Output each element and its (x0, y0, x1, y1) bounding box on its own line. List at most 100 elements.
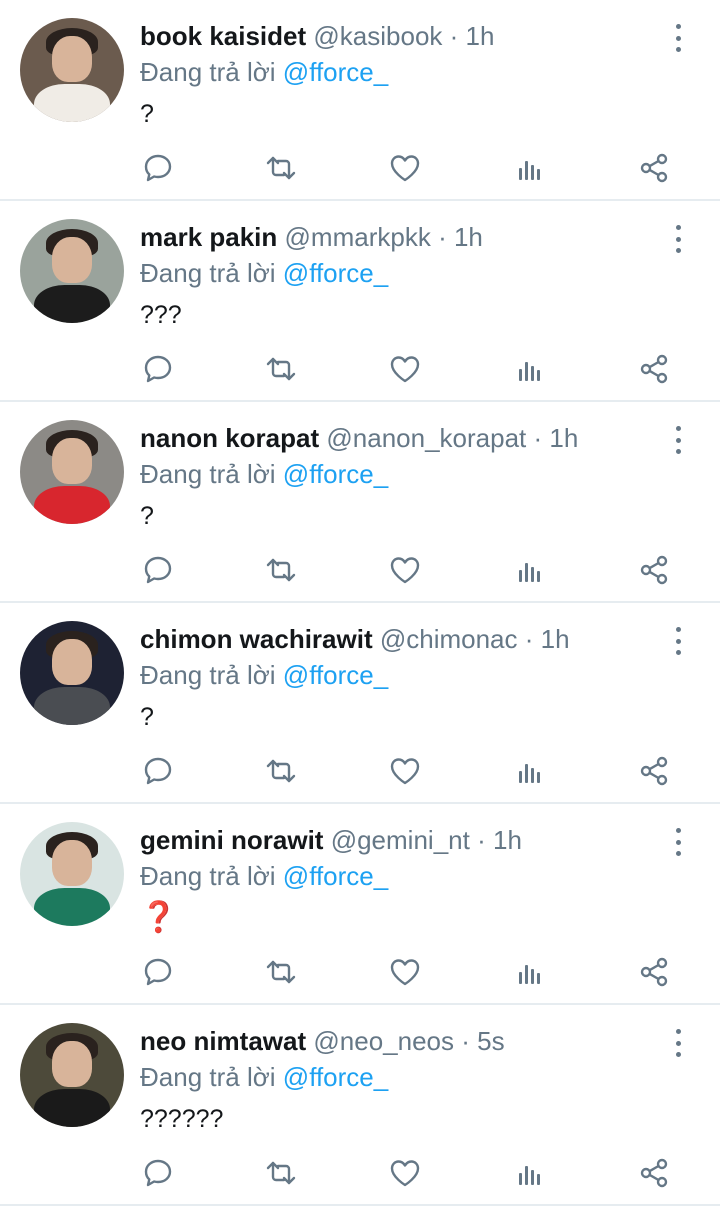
replying-to-label: Đang trả lời (140, 861, 276, 891)
more-vertical-icon[interactable] (666, 426, 690, 454)
user-handle[interactable]: @gemini_nt (331, 825, 470, 855)
retweet-icon[interactable] (263, 753, 299, 789)
display-name[interactable]: book kaisidet (140, 21, 306, 51)
reply-tweet[interactable]: book kaisidet @kasibook · 1h Đang trả lờ… (0, 0, 720, 201)
retweet-icon[interactable] (263, 351, 299, 387)
more-vertical-icon[interactable] (666, 1029, 690, 1057)
timestamp[interactable]: 1h (493, 825, 522, 855)
avatar[interactable] (20, 219, 124, 323)
action-bar (140, 1155, 680, 1195)
reply-icon[interactable] (140, 753, 176, 789)
like-icon[interactable] (387, 150, 423, 186)
reply-icon[interactable] (140, 552, 176, 588)
replying-to-label: Đang trả lời (140, 1062, 276, 1092)
action-bar (140, 954, 680, 994)
replying-to: Đang trả lời @fforce_ (140, 860, 388, 892)
tweet-header: neo nimtawat @neo_neos · 5s (140, 1025, 660, 1057)
reply-tweet[interactable]: mark pakin @mmarkpkk · 1h Đang trả lời @… (0, 201, 720, 402)
tweet-text: ?????? (140, 1105, 224, 1133)
avatar[interactable] (20, 822, 124, 926)
display-name[interactable]: chimon wachirawit (140, 624, 373, 654)
retweet-icon[interactable] (263, 954, 299, 990)
like-icon[interactable] (387, 954, 423, 990)
tweet-header: mark pakin @mmarkpkk · 1h (140, 221, 660, 253)
avatar[interactable] (20, 1023, 124, 1127)
replying-to: Đang trả lời @fforce_ (140, 56, 388, 88)
action-bar (140, 753, 680, 793)
reply-tweet[interactable]: gemini norawit @gemini_nt · 1h Đang trả … (0, 804, 720, 1005)
timestamp[interactable]: 1h (454, 222, 483, 252)
timestamp[interactable]: 1h (541, 624, 570, 654)
share-icon[interactable] (636, 150, 672, 186)
timestamp[interactable]: 1h (466, 21, 495, 51)
reply-tweet[interactable]: neo nimtawat @neo_neos · 5s Đang trả lời… (0, 1005, 720, 1206)
separator-dot: · (438, 222, 447, 252)
like-icon[interactable] (387, 552, 423, 588)
tweet-header: nanon korapat @nanon_korapat · 1h (140, 422, 660, 454)
mention-link[interactable]: @fforce_ (283, 660, 388, 690)
mention-link[interactable]: @fforce_ (283, 258, 388, 288)
user-handle[interactable]: @neo_neos (313, 1026, 454, 1056)
share-icon[interactable] (636, 954, 672, 990)
more-vertical-icon[interactable] (666, 225, 690, 253)
separator-dot: · (524, 624, 534, 654)
tweet-text: ❓ (140, 901, 178, 934)
more-vertical-icon[interactable] (666, 828, 690, 856)
user-handle[interactable]: @kasibook (313, 21, 442, 51)
reply-tweet[interactable]: nanon korapat @nanon_korapat · 1h Đang t… (0, 402, 720, 603)
replying-to-label: Đang trả lời (140, 660, 276, 690)
like-icon[interactable] (387, 1155, 423, 1191)
replying-to-label: Đang trả lời (140, 57, 276, 87)
tweet-header: chimon wachirawit @chimonac · 1h (140, 623, 660, 655)
action-bar (140, 150, 680, 190)
action-bar (140, 351, 680, 391)
tweet-header: gemini norawit @gemini_nt · 1h (140, 824, 660, 856)
user-handle[interactable]: @chimonac (380, 624, 518, 654)
reply-icon[interactable] (140, 150, 176, 186)
views-icon[interactable] (512, 351, 548, 387)
timestamp[interactable]: 5s (477, 1026, 504, 1056)
views-icon[interactable] (512, 1155, 548, 1191)
avatar[interactable] (20, 18, 124, 122)
avatar[interactable] (20, 420, 124, 524)
replying-to-label: Đang trả lời (140, 258, 276, 288)
reply-icon[interactable] (140, 1155, 176, 1191)
like-icon[interactable] (387, 753, 423, 789)
tweet-text: ? (140, 703, 154, 731)
retweet-icon[interactable] (263, 1155, 299, 1191)
display-name[interactable]: gemini norawit (140, 825, 323, 855)
mention-link[interactable]: @fforce_ (283, 459, 388, 489)
views-icon[interactable] (512, 753, 548, 789)
replying-to: Đang trả lời @fforce_ (140, 458, 388, 490)
separator-dot: · (449, 21, 459, 51)
display-name[interactable]: mark pakin (140, 222, 277, 252)
reply-icon[interactable] (140, 351, 176, 387)
reply-icon[interactable] (140, 954, 176, 990)
separator-dot: · (533, 423, 543, 453)
share-icon[interactable] (636, 552, 672, 588)
like-icon[interactable] (387, 351, 423, 387)
tweet-text: ? (140, 502, 154, 530)
share-icon[interactable] (636, 351, 672, 387)
user-handle[interactable]: @nanon_korapat (326, 423, 526, 453)
views-icon[interactable] (512, 150, 548, 186)
mention-link[interactable]: @fforce_ (283, 861, 388, 891)
separator-dot: · (461, 1026, 470, 1056)
reply-tweet[interactable]: chimon wachirawit @chimonac · 1h Đang tr… (0, 603, 720, 804)
display-name[interactable]: nanon korapat (140, 423, 319, 453)
timestamp[interactable]: 1h (549, 423, 578, 453)
replying-to: Đang trả lời @fforce_ (140, 257, 388, 289)
display-name[interactable]: neo nimtawat (140, 1026, 306, 1056)
avatar[interactable] (20, 621, 124, 725)
retweet-icon[interactable] (263, 552, 299, 588)
retweet-icon[interactable] (263, 150, 299, 186)
mention-link[interactable]: @fforce_ (283, 57, 388, 87)
views-icon[interactable] (512, 552, 548, 588)
mention-link[interactable]: @fforce_ (283, 1062, 388, 1092)
more-vertical-icon[interactable] (666, 24, 690, 52)
views-icon[interactable] (512, 954, 548, 990)
more-vertical-icon[interactable] (666, 627, 690, 655)
share-icon[interactable] (636, 1155, 672, 1191)
share-icon[interactable] (636, 753, 672, 789)
user-handle[interactable]: @mmarkpkk (285, 222, 431, 252)
